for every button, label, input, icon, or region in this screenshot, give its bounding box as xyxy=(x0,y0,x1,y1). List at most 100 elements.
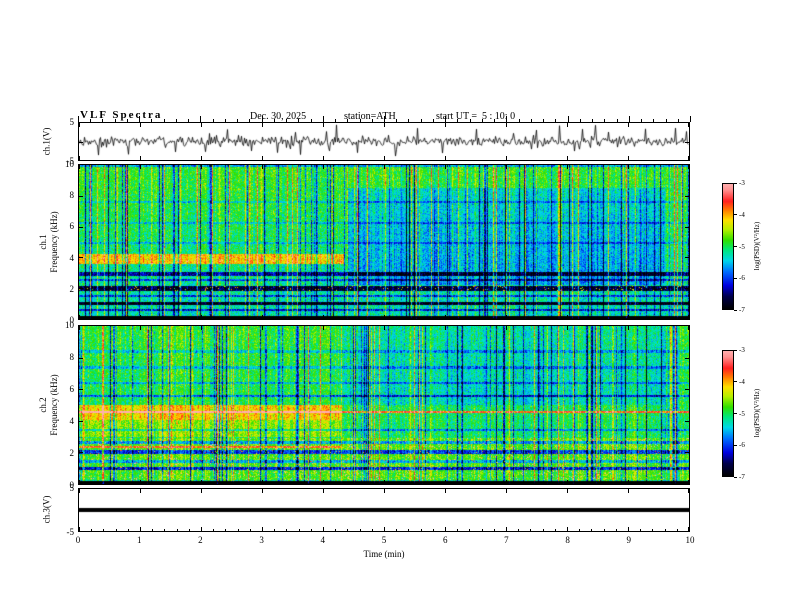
ch2-spectrogram-panel xyxy=(78,325,690,485)
x-minor-tick-mark xyxy=(469,529,470,531)
x-minor-tick-mark xyxy=(213,119,214,122)
x-minor-tick-mark xyxy=(372,119,373,122)
x-minor-tick-mark xyxy=(311,529,312,531)
y-tick-mark xyxy=(685,510,689,511)
x-tick-mark xyxy=(384,165,385,169)
x-minor-tick-mark xyxy=(494,529,495,531)
x-minor-tick-mark xyxy=(151,119,152,122)
x-tick-mark xyxy=(506,116,507,122)
y-tick-mark xyxy=(79,452,83,453)
x-minor-tick-mark xyxy=(617,119,618,122)
x-tick-mark xyxy=(567,156,568,160)
x-tick-mark xyxy=(628,315,629,319)
x-tick-mark xyxy=(445,116,446,122)
x-minor-tick-mark xyxy=(518,529,519,531)
x-tick-label: 3 xyxy=(259,535,264,545)
colorbar-tick-mark xyxy=(734,182,737,184)
x-tick-mark xyxy=(140,165,141,169)
x-minor-tick-mark xyxy=(421,119,422,122)
x-tick-mark xyxy=(384,315,385,319)
x-tick-mark xyxy=(140,489,141,493)
x-tick-mark xyxy=(688,480,689,484)
colorbar-1-tick-labels: -3 -4 -5 -6 -7 xyxy=(734,179,768,314)
x-minor-tick-mark xyxy=(640,529,641,531)
ch2-spectrogram-ytick-labels: 10 8 6 4 2 0 xyxy=(52,320,75,490)
x-minor-tick-mark xyxy=(579,529,580,531)
x-tick-mark xyxy=(201,123,202,127)
x-minor-tick-mark xyxy=(482,529,483,531)
x-minor-tick-mark xyxy=(666,119,667,122)
x-minor-tick-mark xyxy=(237,119,238,122)
x-minor-tick-mark xyxy=(249,119,250,122)
x-minor-tick-mark xyxy=(115,119,116,122)
y-tick-mark xyxy=(685,288,689,289)
x-tick-mark xyxy=(628,326,629,330)
x-tick-mark xyxy=(262,165,263,169)
x-tick-mark xyxy=(445,527,446,531)
x-tick-mark xyxy=(262,489,263,493)
x-minor-tick-mark xyxy=(90,119,91,122)
x-minor-tick-mark xyxy=(250,529,251,531)
x-minor-tick-mark xyxy=(177,529,178,531)
x-tick-mark xyxy=(79,489,80,493)
x-tick-mark xyxy=(506,527,507,531)
x-tick-mark xyxy=(384,489,385,493)
ch1-waveform-ytick-labels: 5 -5 xyxy=(52,117,75,166)
ch1-axis-label-line1: ch.1 xyxy=(38,234,48,250)
y-tick-mark xyxy=(685,142,689,143)
y-tick-mark xyxy=(685,196,689,197)
x-tick-mark xyxy=(629,116,630,122)
ch2-spectrogram-ytick-label: 8 xyxy=(69,352,75,362)
colorbar-tick-label: -4 xyxy=(739,377,745,386)
vlf-spectra-figure: VLF Spectra Dec. 30, 2025 station=ATH st… xyxy=(0,0,792,612)
ch2-spectrogram-ytick-label: 10 xyxy=(65,320,74,330)
ch1-spectrogram-canvas xyxy=(79,165,689,319)
x-tick-mark xyxy=(506,489,507,493)
x-minor-tick-mark xyxy=(396,119,397,122)
x-tick-mark xyxy=(688,326,689,330)
x-tick-mark xyxy=(262,326,263,330)
ch3-waveform-canvas xyxy=(79,489,689,531)
x-tick-mark xyxy=(384,116,385,122)
x-tick-mark xyxy=(567,315,568,319)
x-tick-mark xyxy=(262,123,263,127)
x-minor-tick-mark xyxy=(433,119,434,122)
x-minor-tick-mark xyxy=(652,529,653,531)
x-tick-mark xyxy=(384,156,385,160)
x-tick-mark xyxy=(628,156,629,160)
x-minor-tick-mark xyxy=(555,529,556,531)
x-minor-tick-mark xyxy=(530,529,531,531)
x-minor-tick-mark xyxy=(116,529,117,531)
x-tick-mark xyxy=(140,123,141,127)
ch1-spectrogram-ytick-label: 2 xyxy=(69,283,75,294)
x-tick-mark xyxy=(445,489,446,493)
x-tick-label: 6 xyxy=(442,535,448,545)
ch1-waveform-canvas xyxy=(79,123,689,160)
x-minor-tick-mark xyxy=(591,529,592,531)
y-tick-mark xyxy=(685,389,689,390)
x-tick-mark xyxy=(688,165,689,169)
x-tick-mark xyxy=(323,156,324,160)
x-minor-tick-mark xyxy=(128,529,129,531)
ch1-waveform-top-ticks xyxy=(78,114,691,122)
colorbar-tick-mark xyxy=(734,349,737,351)
x-minor-tick-mark xyxy=(164,529,165,531)
x-tick-mark xyxy=(688,123,689,127)
x-minor-tick-mark xyxy=(91,529,92,531)
colorbar-tick-label: -3 xyxy=(739,179,745,187)
x-minor-tick-mark xyxy=(677,529,678,531)
x-minor-tick-mark xyxy=(396,529,397,531)
x-tick-mark xyxy=(445,480,446,484)
colorbar-tick-mark xyxy=(734,476,737,478)
y-tick-mark xyxy=(79,389,83,390)
ch2-spectrogram-ytick-label: 6 xyxy=(69,384,75,394)
ch1-voltage-axis-label: ch.1(V) xyxy=(41,127,52,156)
x-minor-tick-mark xyxy=(286,119,287,122)
x-tick-mark xyxy=(568,116,569,122)
x-tick-mark xyxy=(567,165,568,169)
x-tick-mark xyxy=(201,156,202,160)
x-tick-label: 10 xyxy=(685,535,695,545)
y-tick-mark xyxy=(79,257,83,258)
y-tick-mark xyxy=(685,358,689,359)
ch1-spectrogram-ytick-label: 6 xyxy=(69,221,75,232)
